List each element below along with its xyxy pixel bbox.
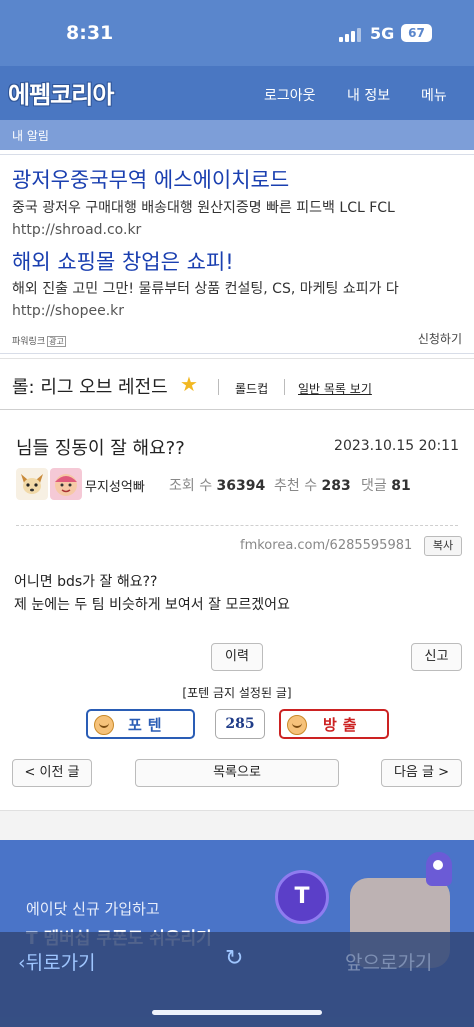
board-title[interactable]: 롤: 리그 오브 레전드 — [12, 373, 168, 399]
list-view-link[interactable]: 일반 목록 보기 — [298, 380, 372, 397]
ad-title-2[interactable]: 해외 쇼핑몰 창업은 쇼피! — [12, 246, 234, 276]
status-bar: 8:31 5G 67 — [0, 0, 474, 66]
vote-down-label: 방출 — [323, 716, 363, 734]
list-button[interactable]: 목록으로 — [135, 759, 339, 787]
post-url: fmkorea.com/6285595981 — [240, 538, 413, 553]
ad-desc-1: 중국 광저우 구매대행 배송대행 원산지증명 빠른 피드백 LCL FCL — [12, 200, 395, 216]
prev-post-button[interactable]: < 이전 글 — [12, 759, 92, 787]
author-name[interactable]: 무지성억빠 — [85, 476, 145, 495]
star-icon[interactable]: ★ — [180, 372, 198, 396]
menu-link[interactable]: 메뉴 — [421, 85, 447, 105]
board-bar: 롤: 리그 오브 레전드 ★ 롤드컵 일반 목록 보기 — [0, 358, 474, 410]
history-button[interactable]: 이력 — [211, 643, 263, 671]
logout-link[interactable]: 로그아웃 — [264, 85, 316, 105]
powerlink-label: 파워링크 광고 — [12, 336, 66, 347]
post-date: 2023.10.15 20:11 — [334, 438, 459, 454]
vote-count: 285 — [215, 709, 265, 739]
section-divider — [0, 810, 474, 840]
ad-url-2[interactable]: http://shopee.kr — [12, 303, 124, 319]
back-button[interactable]: ‹뒤로가기 — [18, 948, 96, 975]
banner-line-1: 에이닷 신규 가입하고 — [26, 900, 160, 918]
copy-button[interactable]: 복사 — [424, 536, 462, 556]
board-category-link[interactable]: 롤드컵 — [235, 380, 268, 397]
divider — [16, 525, 458, 526]
network-type: 5G — [370, 24, 395, 43]
site-header: 에펨코리아 로그아웃 내 정보 메뉴 — [0, 66, 474, 120]
recommend-count: 추천 수 283 — [274, 478, 351, 494]
level-icon — [16, 468, 48, 500]
home-indicator — [152, 1010, 322, 1015]
post-body-line: 어니면 bds가 잘 해요?? — [14, 574, 158, 590]
ad-url-1[interactable]: http://shroad.co.kr — [12, 222, 141, 238]
comment-count[interactable]: 댓글 81 — [361, 475, 411, 495]
signal-icon — [339, 28, 361, 42]
post-body-line: 제 눈에는 두 팀 비슷하게 보여서 잘 모르겠어요 — [14, 597, 290, 613]
ad-title-1[interactable]: 광저우중국무역 에스에이치로드 — [12, 164, 289, 194]
ad-desc-2: 해외 진출 고민 그만! 물류부터 상품 컨설팅, CS, 마케팅 쇼피가 다 — [12, 281, 399, 297]
avatar[interactable] — [50, 468, 82, 500]
my-notifications-link[interactable]: 내 알림 — [12, 127, 49, 144]
vote-up-label: 포텐 — [128, 716, 168, 734]
vote-down-button[interactable]: 방출 — [279, 709, 389, 739]
site-logo[interactable]: 에펨코리아 — [8, 75, 114, 110]
notification-bar: 내 알림 — [0, 120, 474, 150]
smile-icon — [94, 715, 114, 735]
coin-icon: T — [275, 870, 329, 924]
forward-button[interactable]: 앞으로가기 — [345, 948, 432, 975]
next-post-button[interactable]: 다음 글 > — [381, 759, 462, 787]
my-info-link[interactable]: 내 정보 — [347, 85, 390, 105]
divider — [218, 379, 219, 395]
divider — [284, 379, 285, 395]
battery-icon: 67 — [401, 24, 432, 42]
post-title: 님들 징동이 잘 해요?? — [16, 438, 185, 459]
vote-up-button[interactable]: 포텐 — [86, 709, 195, 739]
apply-link[interactable]: 신청하기 — [418, 330, 462, 347]
mascot-icon — [426, 852, 452, 886]
reload-icon[interactable]: ↻ — [225, 946, 243, 971]
chevron-left-icon: ‹ — [18, 952, 26, 974]
ad-tag: 광고 — [47, 336, 66, 347]
potent-ban-notice: [포텐 금지 설정된 글] — [182, 686, 292, 700]
report-button[interactable]: 신고 — [411, 643, 462, 671]
page: 8:31 5G 67 에펨코리아 로그아웃 내 정보 메뉴 내 알림 광저우중국… — [0, 0, 474, 1027]
angry-icon — [287, 715, 307, 735]
view-count: 조회 수 36394 — [169, 478, 266, 494]
status-time: 8:31 — [66, 22, 114, 44]
